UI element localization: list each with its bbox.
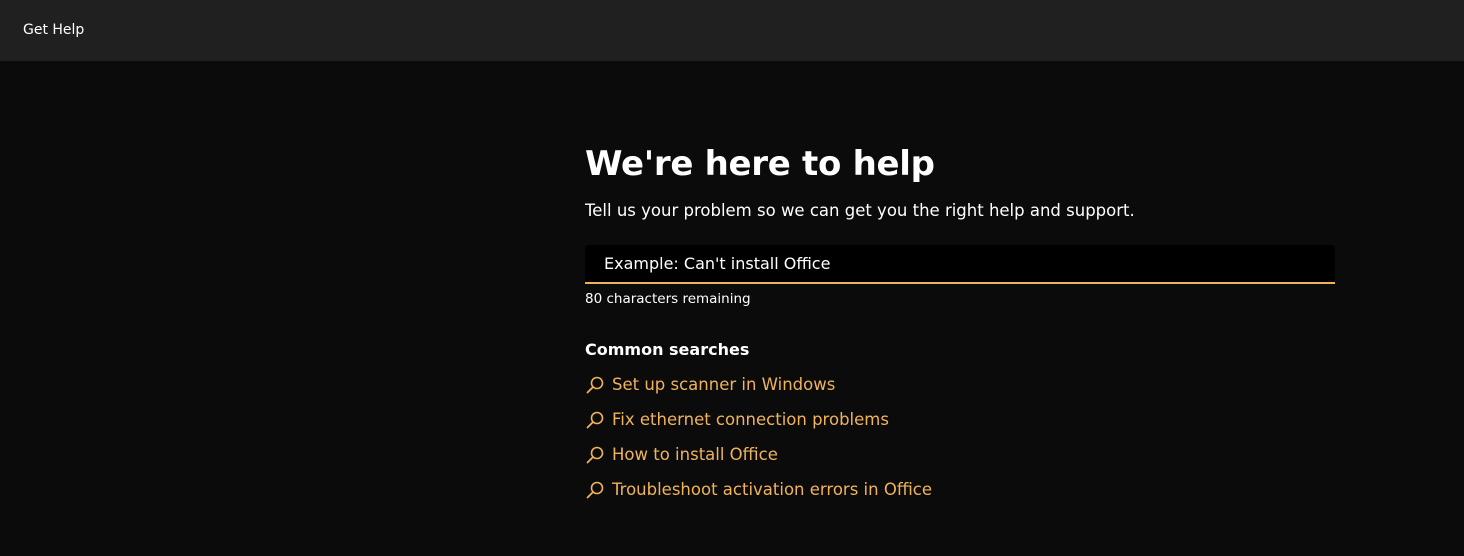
common-search-label: How to install Office (612, 444, 778, 464)
page-subtitle: Tell us your problem so we can get you t… (585, 201, 1135, 220)
app-title: Get Help (23, 22, 85, 38)
search-icon (585, 410, 605, 430)
common-search-link[interactable]: Set up scanner in Windows (585, 367, 1335, 402)
common-search-label: Troubleshoot activation errors in Office (612, 479, 932, 499)
search-icon (585, 445, 605, 465)
common-searches-list: Set up scanner in Windows Fix ethernet c… (585, 367, 1335, 507)
common-search-link[interactable]: How to install Office (585, 437, 1335, 472)
title-bar: Get Help (0, 0, 1464, 61)
search-icon (585, 375, 605, 395)
common-search-link[interactable]: Troubleshoot activation errors in Office (585, 472, 1335, 507)
common-search-label: Set up scanner in Windows (612, 374, 836, 394)
page-title: We're here to help (585, 144, 935, 184)
common-searches-header: Common searches (585, 340, 750, 359)
help-content: We're here to help Tell us your problem … (585, 140, 1335, 507)
search-icon (585, 480, 605, 500)
common-search-label: Fix ethernet connection problems (612, 409, 889, 429)
common-search-link[interactable]: Fix ethernet connection problems (585, 402, 1335, 437)
characters-remaining: 80 characters remaining (585, 291, 751, 307)
search-input[interactable] (585, 245, 1335, 284)
